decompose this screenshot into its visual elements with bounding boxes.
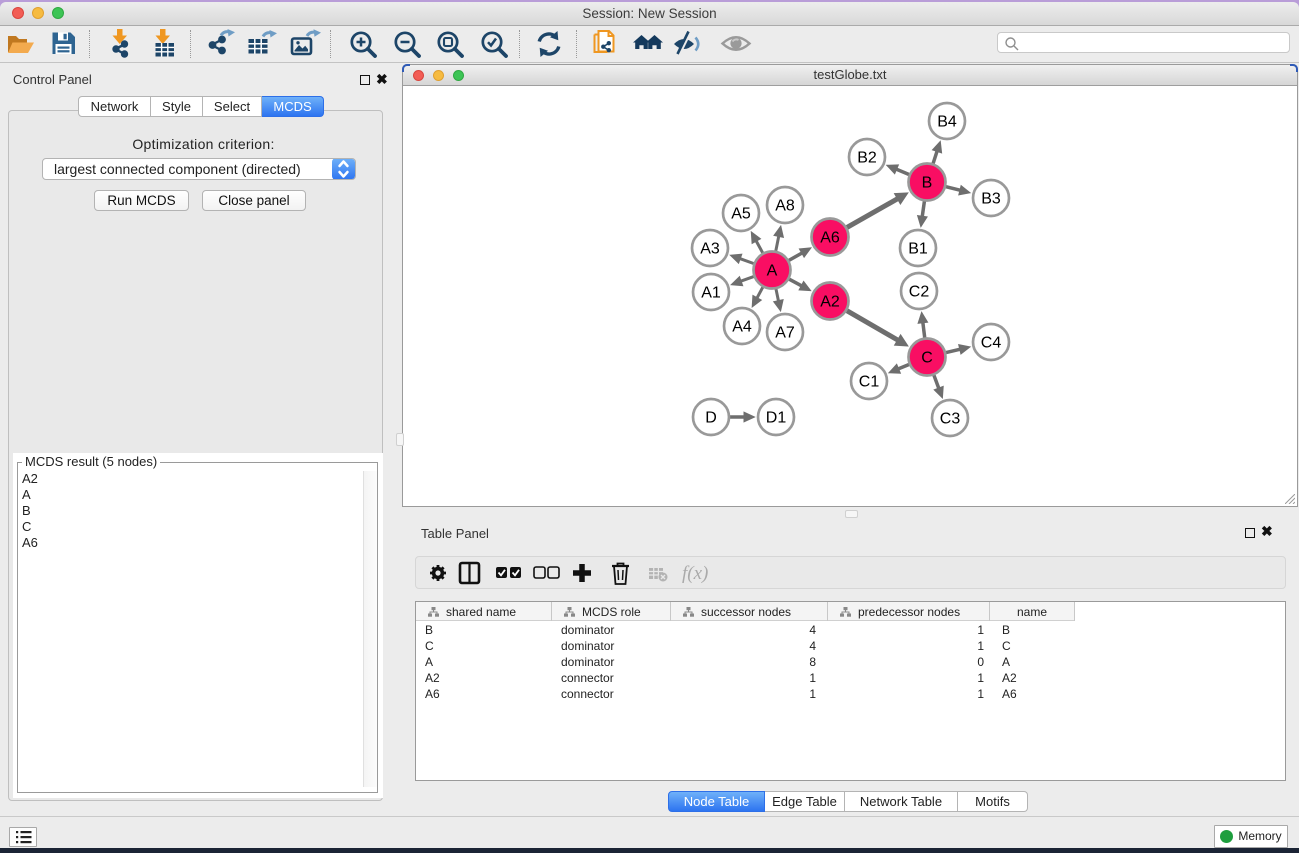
svg-text:C2: C2: [909, 284, 930, 301]
svg-text:B3: B3: [981, 191, 1001, 208]
svg-text:D: D: [705, 410, 717, 427]
svg-text:D1: D1: [766, 410, 787, 427]
svg-text:A3: A3: [700, 241, 720, 258]
svg-text:C1: C1: [859, 374, 880, 391]
svg-text:A1: A1: [701, 285, 721, 302]
svg-text:A7: A7: [775, 325, 795, 342]
svg-text:f(x): f(x): [682, 563, 708, 584]
svg-text:A8: A8: [775, 198, 795, 215]
svg-text:A5: A5: [731, 206, 751, 223]
svg-text:C3: C3: [940, 411, 961, 428]
svg-text:A6: A6: [820, 230, 840, 247]
svg-text:B4: B4: [937, 114, 957, 131]
svg-text:C4: C4: [981, 335, 1002, 352]
svg-text:B1: B1: [908, 241, 928, 258]
svg-text:B: B: [922, 175, 933, 192]
svg-text:B2: B2: [857, 150, 877, 167]
svg-text:A4: A4: [732, 319, 752, 336]
svg-text:C: C: [921, 350, 933, 367]
svg-text:A2: A2: [820, 294, 840, 311]
svg-text:A: A: [767, 263, 778, 280]
